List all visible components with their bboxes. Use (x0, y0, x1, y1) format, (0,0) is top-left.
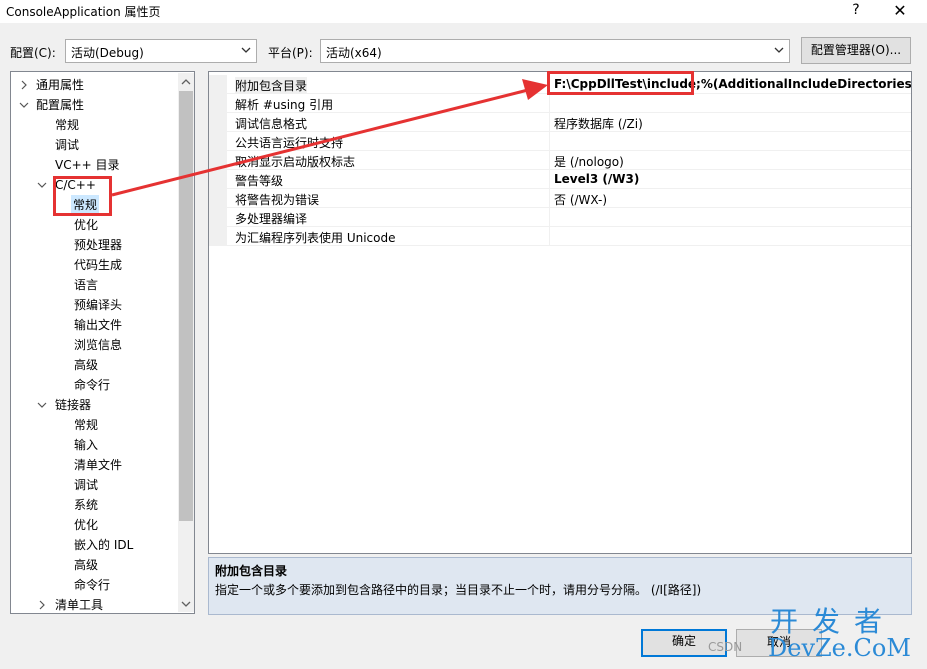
property-value[interactable]: 程序数据库 (/Zi) (549, 113, 911, 132)
property-value[interactable]: 否 (/WX-) (549, 189, 911, 208)
property-name: 取消显示启动版权标志 (235, 155, 356, 169)
annotation-box-cpp (53, 176, 112, 216)
watermark-bottom: DevZe.CoM (768, 634, 911, 662)
property-row[interactable]: 多处理器编译 (209, 208, 911, 227)
property-value[interactable]: 是 (/nologo) (549, 151, 911, 170)
config-combo[interactable]: 活动(Debug) (65, 39, 257, 63)
tree-item-linker-embedded-idl[interactable]: 嵌入的 IDL (74, 535, 133, 555)
tree-item-manifest-tool[interactable]: 清单工具 (37, 595, 103, 613)
property-value[interactable] (549, 132, 911, 151)
property-name: 调试信息格式 (235, 117, 308, 131)
platform-combo[interactable]: 活动(x64) (320, 39, 790, 63)
property-name: 公共语言运行时支持 (235, 136, 344, 150)
tree-item-cpp-advanced[interactable]: 高级 (74, 355, 98, 375)
config-label: 配置(C): (10, 46, 56, 60)
tree-item-cpp-command-line[interactable]: 命令行 (74, 375, 110, 395)
tree-item-cpp-language[interactable]: 语言 (74, 275, 98, 295)
config-value: 活动(Debug) (71, 46, 144, 60)
property-name: 为汇编程序列表使用 Unicode (235, 231, 396, 245)
tree-item-linker-advanced[interactable]: 高级 (74, 555, 98, 575)
tree-item-vc-directories[interactable]: VC++ 目录 (55, 155, 120, 175)
chevron-down-icon (774, 47, 784, 53)
property-value[interactable] (549, 208, 911, 227)
chevron-right-icon (39, 600, 45, 610)
property-row[interactable]: 公共语言运行时支持 (209, 132, 911, 151)
description-title: 附加包含目录 (215, 564, 288, 578)
scroll-up-icon[interactable] (181, 77, 191, 87)
config-manager-button[interactable]: 配置管理器(O)... (801, 37, 911, 64)
property-row[interactable]: 为汇编程序列表使用 Unicode (209, 227, 911, 246)
annotation-box-include (547, 71, 694, 95)
property-name: 多处理器编译 (235, 212, 308, 226)
scrollbar-thumb[interactable] (179, 91, 193, 521)
tree-item-config-properties[interactable]: 配置属性 (19, 95, 84, 115)
property-name: 将警告视为错误 (235, 193, 320, 207)
property-value[interactable]: Level3 (/W3) (549, 170, 911, 189)
property-row[interactable]: 将警告视为错误 否 (/WX-) (209, 189, 911, 208)
tree-item-linker-system[interactable]: 系统 (74, 495, 98, 515)
tree-item-cpp-precompiled-headers[interactable]: 预编译头 (74, 295, 122, 315)
chevron-down-icon (37, 182, 47, 188)
property-tree: 通用属性 配置属性 常规 调试 VC++ 目录 C/C++ 常规 优化 预处理器… (10, 71, 195, 614)
tree-item-cpp-optimization[interactable]: 优化 (74, 215, 98, 235)
tree-item-linker-manifest[interactable]: 清单文件 (74, 455, 122, 475)
window-title: ConsoleApplication 属性页 (6, 5, 161, 19)
close-button[interactable]: ✕ (886, 1, 914, 23)
tree-item-cpp-browse-info[interactable]: 浏览信息 (74, 335, 122, 355)
property-row[interactable]: 调试信息格式 程序数据库 (/Zi) (209, 113, 911, 132)
property-name: 附加包含目录 (235, 77, 308, 94)
property-name: 警告等级 (235, 174, 284, 188)
tree-item-debugging[interactable]: 调试 (55, 135, 79, 155)
property-value[interactable] (549, 94, 911, 113)
tree-item-linker-debugging[interactable]: 调试 (74, 475, 98, 495)
tree-scrollbar[interactable] (178, 73, 194, 612)
tree-item-cpp-codegen[interactable]: 代码生成 (74, 255, 122, 275)
property-grid: 附加包含目录 F:\CppDllTest\include;%(Additiona… (208, 71, 912, 554)
watermark: 开发者 DevZe.CoM CSDN (708, 600, 925, 666)
property-row[interactable]: 解析 #using 引用 (209, 94, 911, 113)
chevron-down-icon (241, 47, 251, 53)
property-row[interactable]: 警告等级 Level3 (/W3) (209, 170, 911, 189)
property-name: 解析 #using 引用 (235, 98, 334, 112)
watermark-csdn: CSDN (708, 640, 743, 654)
chevron-right-icon (21, 80, 27, 90)
platform-value: 活动(x64) (326, 46, 382, 60)
chevron-down-icon (37, 402, 47, 408)
title-bar: ConsoleApplication 属性页 ? ✕ (0, 0, 927, 24)
tree-item-linker-command-line[interactable]: 命令行 (74, 575, 110, 595)
platform-label: 平台(P): (268, 46, 313, 60)
tree-item-linker[interactable]: 链接器 (37, 395, 91, 415)
chevron-down-icon (19, 102, 29, 108)
tree-item-linker-input[interactable]: 输入 (74, 435, 98, 455)
tree-item-linker-general[interactable]: 常规 (74, 415, 98, 435)
tree-item-linker-optimization[interactable]: 优化 (74, 515, 98, 535)
property-value[interactable] (549, 227, 911, 246)
property-row[interactable]: 取消显示启动版权标志 是 (/nologo) (209, 151, 911, 170)
tree-item-cpp-preprocessor[interactable]: 预处理器 (74, 235, 122, 255)
help-button[interactable]: ? (846, 2, 866, 22)
scroll-down-icon[interactable] (181, 599, 191, 609)
description-text: 指定一个或多个要添加到包含路径中的目录；当目录不止一个时，请用分号分隔。 (/I… (215, 583, 702, 597)
tree-item-common-properties[interactable]: 通用属性 (19, 75, 84, 95)
tree-item-cpp-output-files[interactable]: 输出文件 (74, 315, 122, 335)
tree-item-general[interactable]: 常规 (55, 115, 79, 135)
